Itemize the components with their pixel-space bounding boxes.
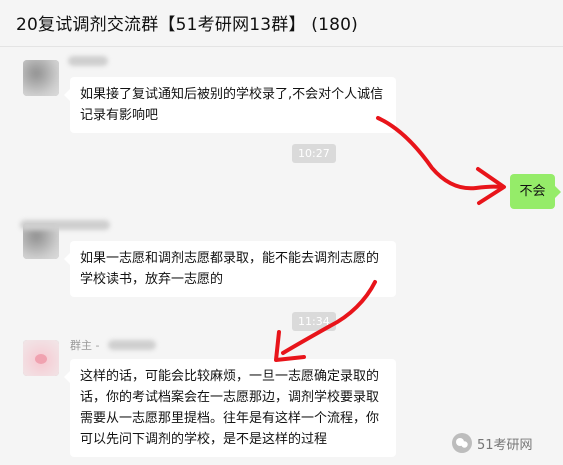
- wechat-official-account-icon: [452, 433, 472, 453]
- avatar-face: [35, 354, 47, 364]
- watermark: 51考研网: [452, 432, 533, 454]
- watermark-text: 51考研网: [477, 437, 533, 453]
- annotation-arrow-to-answer: [281, 280, 377, 355]
- annotation-arrows: [274, 116, 506, 362]
- annotation-arrow-to-reply: [376, 116, 502, 191]
- annotation-arrowhead: [274, 330, 306, 362]
